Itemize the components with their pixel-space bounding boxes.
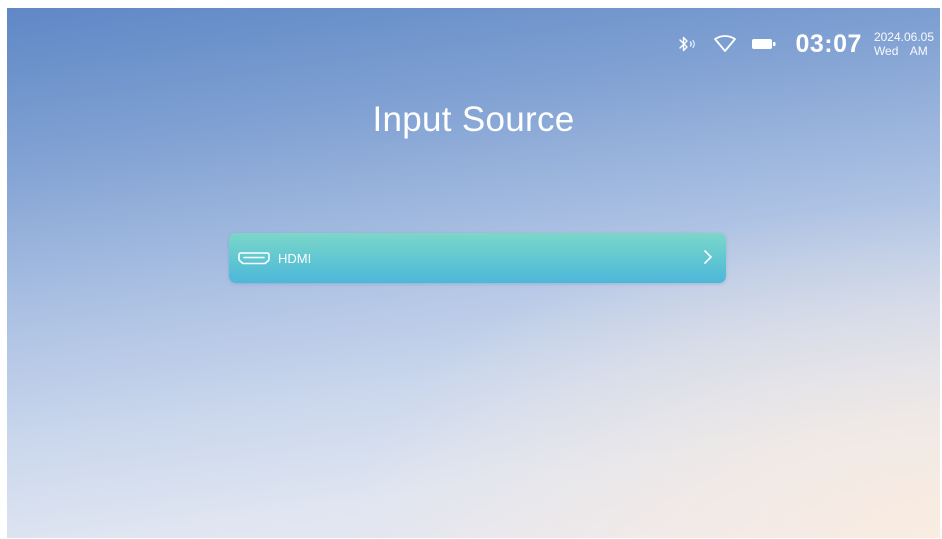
wifi-icon [713, 35, 737, 53]
day-row: Wed AM [874, 44, 934, 58]
battery-icon [751, 37, 777, 51]
clock-time: 03:07 [795, 29, 862, 58]
weekday-text: Wed [873, 44, 899, 58]
source-item-hdmi[interactable]: HDMI [229, 233, 726, 283]
date-text: 2024.06.05 [873, 30, 934, 44]
chevron-right-icon [703, 249, 713, 265]
input-source-screen: 03:07 2024.06.05 Wed AM Input Source HDM… [7, 8, 940, 538]
page-title: Input Source [372, 100, 575, 139]
status-bar: 03:07 2024.06.05 Wed AM [677, 26, 934, 62]
hdmi-icon [238, 251, 270, 265]
source-item-label: HDMI [278, 250, 312, 266]
bluetooth-icon [677, 36, 699, 52]
date-display: 2024.06.05 Wed AM [874, 30, 934, 58]
meridiem-text: AM [909, 44, 928, 58]
